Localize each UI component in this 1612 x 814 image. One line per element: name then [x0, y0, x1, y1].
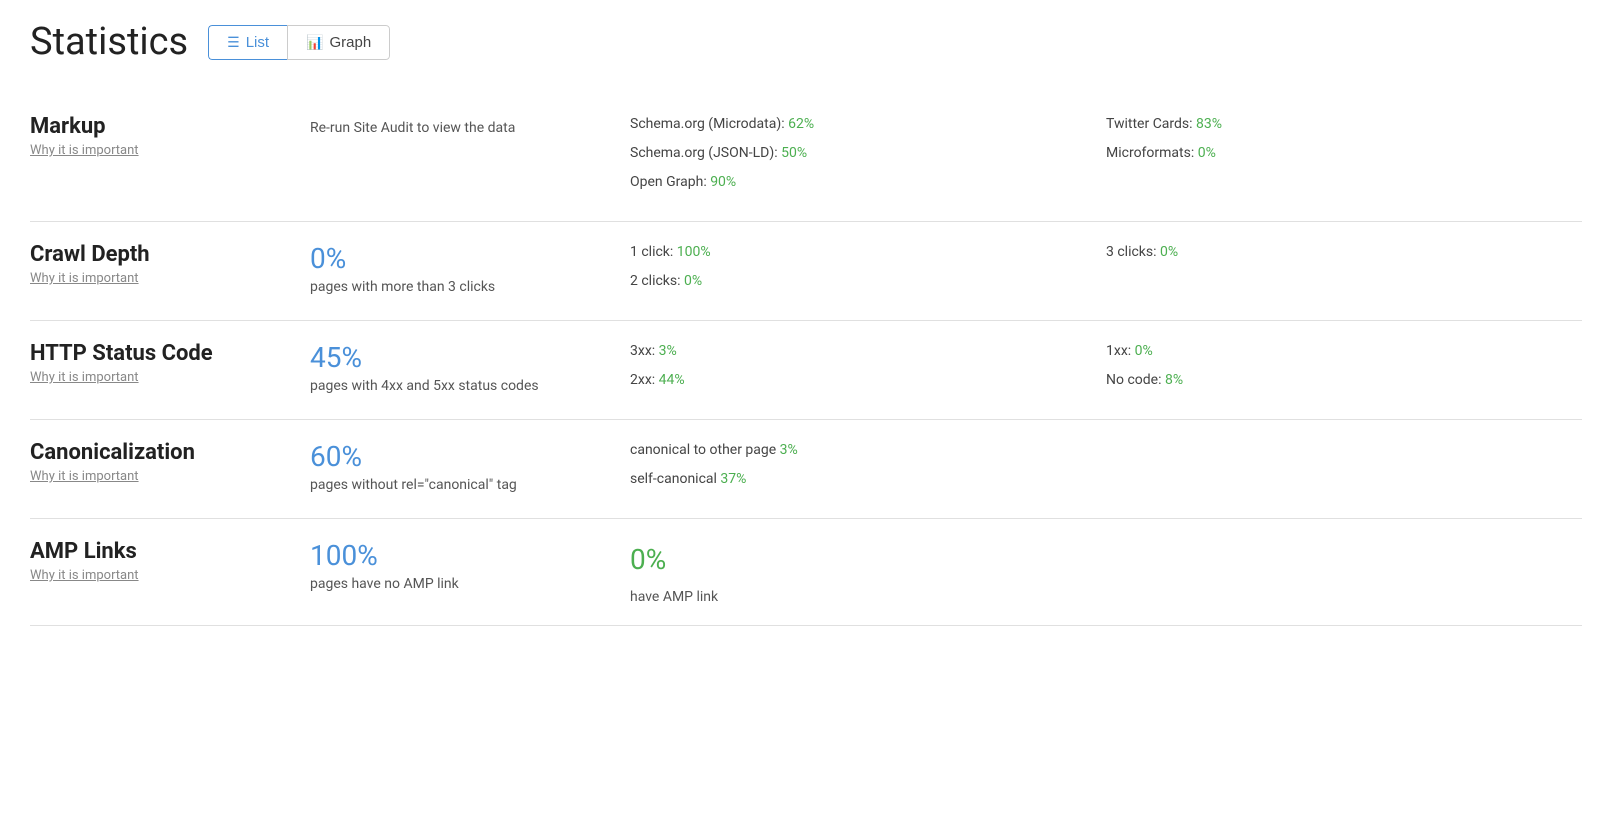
stat-item: Schema.org (Microdata): 62%: [630, 114, 1086, 135]
amp-col3-value: 0%: [630, 539, 1086, 581]
amp-links-desc: pages have no AMP link: [310, 576, 610, 592]
markup-col3: Schema.org (Microdata): 62% Schema.org (J…: [630, 114, 1106, 201]
stat-item: 1xx: 0%: [1106, 341, 1562, 362]
markup-text: Re-run Site Audit to view the data: [310, 114, 610, 136]
amp-links-label: AMP Links Why it is important: [30, 539, 310, 583]
list-icon: ☰: [227, 34, 240, 51]
list-label: List: [246, 34, 269, 51]
crawl-depth-percent: 0%: [310, 242, 610, 275]
amp-links-title: AMP Links: [30, 539, 290, 564]
stat-item: 3xx: 3%: [630, 341, 1086, 362]
row-amp-links: AMP Links Why it is important 100% pages…: [30, 519, 1582, 625]
crawl-depth-col3: 1 click: 100% 2 clicks: 0%: [630, 242, 1106, 300]
row-canonicalization: Canonicalization Why it is important 60%…: [30, 420, 1582, 518]
stat-item: canonical to other page 3%: [630, 440, 1086, 461]
canonicalization-subtitle[interactable]: Why it is important: [30, 469, 290, 484]
stat-item: 2 clicks: 0%: [630, 271, 1086, 292]
page-title: Statistics: [30, 20, 188, 64]
stat-item: 2xx: 44%: [630, 370, 1086, 391]
stat-item: Microformats: 0%: [1106, 143, 1562, 164]
crawl-depth-label: Crawl Depth Why it is important: [30, 242, 310, 286]
row-http-status-code: HTTP Status Code Why it is important 45%…: [30, 321, 1582, 419]
http-status-code-label: HTTP Status Code Why it is important: [30, 341, 310, 385]
canonicalization-label: Canonicalization Why it is important: [30, 440, 310, 484]
markup-subtitle[interactable]: Why it is important: [30, 143, 290, 158]
page-header: Statistics ☰ List 📊 Graph: [30, 20, 1582, 64]
stat-item: 3 clicks: 0%: [1106, 242, 1562, 263]
markup-col4: Twitter Cards: 83% Microformats: 0%: [1106, 114, 1582, 172]
canonicalization-desc: pages without rel="canonical" tag: [310, 477, 610, 493]
canonicalization-main: 60% pages without rel="canonical" tag: [310, 440, 630, 493]
http-status-code-subtitle[interactable]: Why it is important: [30, 370, 290, 385]
http-status-code-desc: pages with 4xx and 5xx status codes: [310, 378, 610, 394]
row-crawl-depth: Crawl Depth Why it is important 0% pages…: [30, 222, 1582, 320]
graph-label: Graph: [329, 34, 371, 51]
amp-links-col3: 0% have AMP link: [630, 539, 1106, 605]
http-status-code-title: HTTP Status Code: [30, 341, 290, 366]
graph-icon: 📊: [306, 34, 323, 51]
statistics-list: Markup Why it is important Re-run Site A…: [30, 94, 1582, 626]
amp-col3-desc: have AMP link: [630, 589, 1086, 605]
http-status-code-percent: 45%: [310, 341, 610, 374]
graph-view-button[interactable]: 📊 Graph: [287, 25, 390, 60]
markup-label: Markup Why it is important: [30, 114, 310, 158]
stat-item: Schema.org (JSON-LD): 50%: [630, 143, 1086, 164]
crawl-depth-main: 0% pages with more than 3 clicks: [310, 242, 630, 295]
crawl-depth-title: Crawl Depth: [30, 242, 290, 267]
stat-item: No code: 8%: [1106, 370, 1562, 391]
amp-percent: 0%: [630, 543, 666, 576]
markup-main: Re-run Site Audit to view the data: [310, 114, 630, 136]
canonicalization-percent: 60%: [310, 440, 610, 473]
stat-item: Open Graph: 90%: [630, 172, 1086, 193]
view-toggle: ☰ List 📊 Graph: [208, 25, 390, 60]
crawl-depth-subtitle[interactable]: Why it is important: [30, 271, 290, 286]
markup-title: Markup: [30, 114, 290, 139]
amp-links-subtitle[interactable]: Why it is important: [30, 568, 290, 583]
http-status-code-main: 45% pages with 4xx and 5xx status codes: [310, 341, 630, 394]
stat-item: self-canonical 37%: [630, 469, 1086, 490]
crawl-depth-col4: 3 clicks: 0%: [1106, 242, 1582, 271]
stat-item: Twitter Cards: 83%: [1106, 114, 1562, 135]
canonicalization-title: Canonicalization: [30, 440, 290, 465]
http-status-code-col3: 3xx: 3% 2xx: 44%: [630, 341, 1106, 399]
amp-links-main: 100% pages have no AMP link: [310, 539, 630, 592]
crawl-depth-desc: pages with more than 3 clicks: [310, 279, 610, 295]
http-status-code-col4: 1xx: 0% No code: 8%: [1106, 341, 1582, 399]
canonicalization-col3: canonical to other page 3% self-canonical…: [630, 440, 1106, 498]
list-view-button[interactable]: ☰ List: [208, 25, 287, 60]
stat-item: 1 click: 100%: [630, 242, 1086, 263]
amp-links-percent: 100%: [310, 539, 610, 572]
row-divider: [30, 625, 1582, 626]
row-markup: Markup Why it is important Re-run Site A…: [30, 94, 1582, 221]
